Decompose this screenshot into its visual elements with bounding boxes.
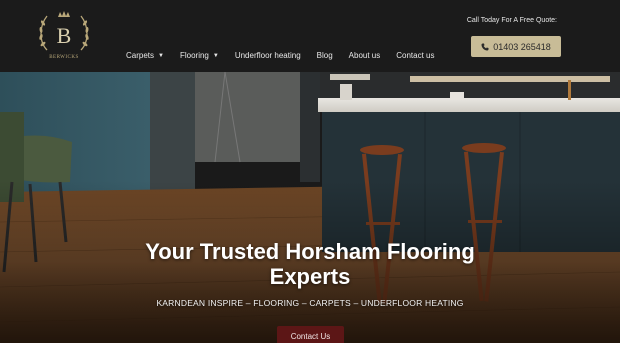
nav-item-blog[interactable]: Blog — [317, 51, 333, 60]
logo-wordmark: BERWICKS — [49, 55, 79, 60]
nav-item-label: Contact us — [396, 51, 435, 60]
hero-title-line2: Experts — [269, 264, 351, 289]
phone-icon — [481, 43, 489, 50]
brand-logo[interactable]: B BERWICKS — [33, 6, 95, 68]
nav-item-label: Underfloor heating — [234, 51, 301, 60]
nav-item-about-us[interactable]: About us — [349, 51, 381, 60]
hero-banner: Your Trusted Horsham Flooring Experts KA… — [0, 72, 620, 343]
free-quote-label: Call Today For A Free Quote: — [466, 17, 557, 24]
chevron-down-icon: ▼ — [158, 52, 164, 59]
main-nav: Carpets ▼ Flooring ▼ Underfloor heating … — [126, 51, 451, 60]
nav-item-carpets[interactable]: Carpets ▼ — [126, 51, 164, 60]
phone-button[interactable]: 01403 265418 — [471, 36, 561, 57]
nav-item-flooring[interactable]: Flooring ▼ — [180, 51, 219, 60]
site-header: B BERWICKS Carpets ▼ Flooring ▼ Underflo… — [0, 0, 620, 72]
nav-item-label: About us — [348, 51, 381, 60]
hero-subtitle: KARNDEAN INSPIRE – FLOORING – CARPETS – … — [156, 298, 464, 308]
contact-us-button[interactable]: Contact Us — [277, 326, 344, 343]
nav-item-contact-us[interactable]: Contact us — [396, 51, 434, 60]
hero-title: Your Trusted Horsham Flooring Experts — [0, 239, 620, 289]
nav-item-label: Blog — [316, 51, 333, 60]
nav-item-label: Flooring — [179, 51, 209, 60]
nav-item-label: Carpets — [126, 51, 155, 60]
hero-title-line1: Your Trusted Horsham Flooring — [145, 239, 475, 264]
chevron-down-icon: ▼ — [212, 52, 219, 59]
logo-letter: B — [57, 23, 72, 48]
phone-number: 01403 265418 — [493, 41, 551, 52]
nav-item-underfloor-heating[interactable]: Underfloor heating — [235, 51, 301, 60]
